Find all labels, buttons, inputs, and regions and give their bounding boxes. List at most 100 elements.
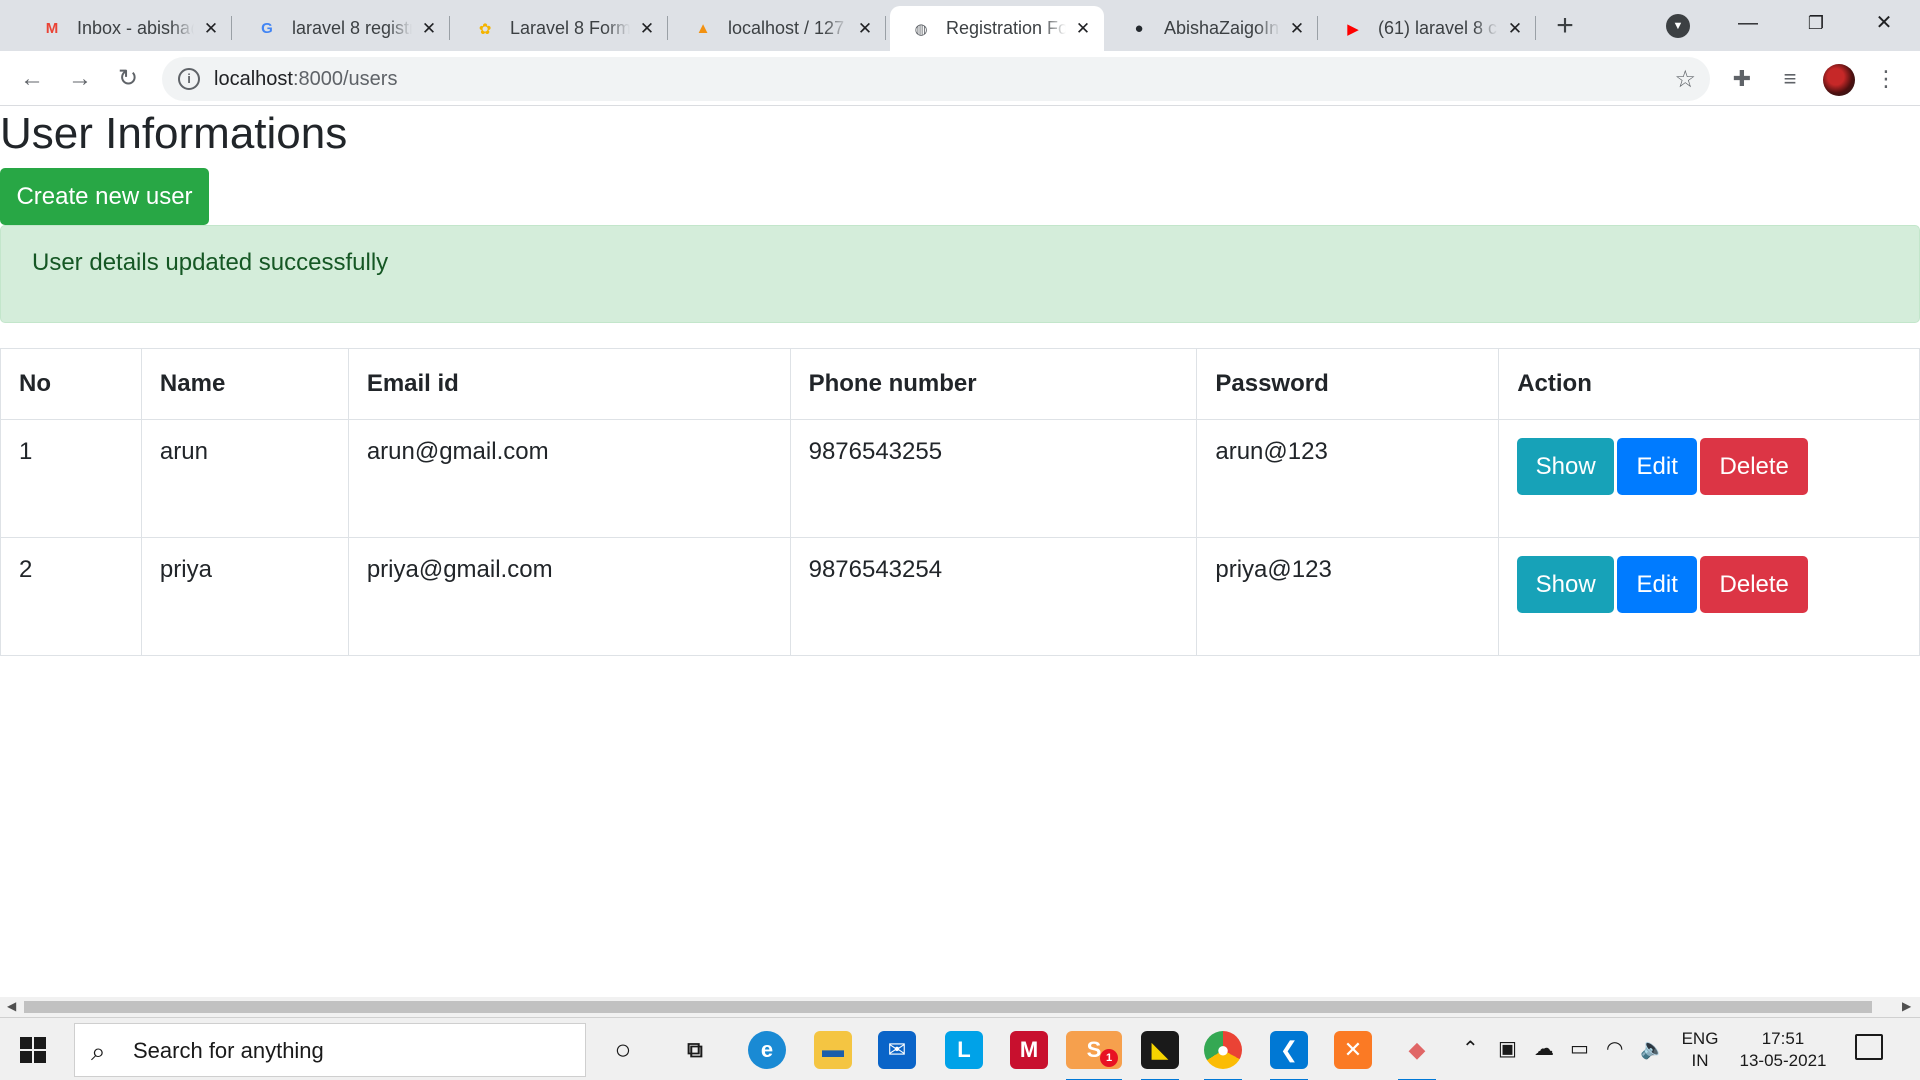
tab-title: laravel 8 registr [292, 18, 412, 38]
tab-search-icon[interactable]: ▼ [1666, 14, 1690, 38]
restore-icon[interactable]: ❐ [1796, 8, 1836, 38]
alert-message: User details updated successfully [32, 249, 389, 276]
browser-tab[interactable]: ● AbishaZaigoInf ✕ [1108, 6, 1318, 51]
horizontal-scrollbar[interactable]: ◀ ▶ [0, 997, 1920, 1017]
taskbar-search-placeholder: Search for anything [133, 1038, 324, 1063]
browser-tab[interactable]: M Inbox - abisha@ ✕ [21, 6, 232, 51]
tab-close-icon[interactable]: ✕ [200, 18, 222, 40]
cell-email: arun@gmail.com [347, 419, 791, 538]
tab-close-icon[interactable]: ✕ [636, 18, 658, 40]
vscode-icon[interactable]: ❮ [1270, 1031, 1308, 1080]
profile-avatar[interactable] [1823, 64, 1855, 96]
scroll-left-icon[interactable]: ◀ [7, 999, 16, 1013]
cell-phone: 9876543255 [789, 419, 1198, 538]
chrome-icon[interactable]: ● [1204, 1031, 1242, 1080]
tab-close-icon[interactable]: ✕ [418, 18, 440, 40]
show-button[interactable]: Show [1517, 556, 1615, 613]
success-alert: User details updated successfully [0, 225, 1920, 323]
url-text[interactable]: localhost:8000/users [214, 57, 397, 101]
tab-close-icon[interactable]: ✕ [854, 18, 876, 40]
extensions-icon[interactable]: ✚ [1726, 63, 1758, 95]
mcafee-icon[interactable]: M [1010, 1031, 1048, 1069]
wifi-icon[interactable]: ◠ [1606, 1036, 1623, 1061]
tab-close-icon[interactable]: ✕ [1504, 18, 1526, 40]
bookmark-star-icon[interactable]: ☆ [1674, 65, 1696, 94]
battery-icon[interactable]: ▭ [1570, 1036, 1589, 1061]
tab-title: (61) laravel 8 cr [1378, 18, 1498, 38]
edge-icon[interactable]: e [748, 1031, 786, 1069]
clock-time: 17:51 [1761, 1029, 1805, 1048]
meet-now-icon[interactable]: ▣ [1498, 1036, 1517, 1061]
sticky-notes-icon[interactable]: ◣ [1141, 1031, 1179, 1080]
notification-center-icon[interactable] [1855, 1034, 1883, 1060]
browser-tab[interactable]: ▲ localhost / 127 ✕ [672, 6, 886, 51]
tab-close-icon[interactable]: ✕ [1286, 18, 1308, 40]
reload-icon[interactable]: ↻ [110, 61, 146, 97]
browser-tab-strip: M Inbox - abisha@ ✕ Glaravel 8 registr ✕ ✿ Lar… [0, 0, 1920, 51]
delete-button[interactable]: Delete [1700, 438, 1809, 495]
paint-app-icon[interactable]: ◆ [1398, 1031, 1436, 1080]
l-app-icon[interactable]: L [945, 1031, 983, 1069]
mail-icon[interactable]: ✉ [878, 1031, 916, 1069]
minimize-icon[interactable]: — [1728, 8, 1768, 38]
edit-button[interactable]: Edit [1617, 556, 1698, 613]
skype-icon[interactable]: S1 [1066, 1031, 1122, 1080]
cell-password: priya@123 [1196, 537, 1500, 656]
url-path: :8000/users [292, 68, 398, 90]
task-view-icon[interactable]: ⧉ [676, 1031, 714, 1069]
new-tab-button[interactable]: + [1548, 10, 1582, 44]
tab-separator [667, 16, 668, 40]
youtube-icon: ▶ [1347, 20, 1359, 38]
browser-tab[interactable]: ✿ Laravel 8 Form ✕ [454, 6, 668, 51]
cell-actions: Show Edit Delete [1498, 419, 1920, 538]
scrollbar-thumb[interactable] [24, 1001, 1872, 1013]
cell-phone: 9876543254 [789, 537, 1198, 656]
delete-button[interactable]: Delete [1700, 556, 1809, 613]
cell-name: arun [140, 419, 349, 538]
browser-tab[interactable]: ◍ Registration Fo ✕ [890, 6, 1104, 51]
tab-title: Registration Fo [946, 18, 1066, 38]
tab-title: Laravel 8 Form [510, 18, 630, 38]
tab-title: localhost / 127 [728, 18, 845, 38]
globe-icon: ◍ [914, 20, 928, 38]
taskbar-search-box[interactable]: ⌕ Search for anything [74, 1023, 586, 1077]
volume-muted-icon[interactable]: 🔈 [1640, 1036, 1665, 1061]
address-bar[interactable]: i localhost:8000/users ☆ [162, 57, 1710, 101]
header-name: Name [140, 348, 349, 420]
url-host: localhost [214, 68, 293, 90]
tab-separator [885, 16, 886, 40]
page-title: User Informations [0, 109, 348, 158]
site-icon: ✿ [478, 20, 492, 38]
back-icon[interactable]: ← [14, 61, 50, 97]
scroll-right-icon[interactable]: ▶ [1902, 999, 1911, 1013]
browser-tab[interactable]: ▶ (61) laravel 8 cr ✕ [1322, 6, 1536, 51]
forward-icon[interactable]: → [62, 61, 98, 97]
browser-tab[interactable]: Glaravel 8 registr ✕ [236, 6, 450, 51]
show-button[interactable]: Show [1517, 438, 1615, 495]
tab-close-icon[interactable]: ✕ [1072, 18, 1094, 40]
tab-separator [449, 16, 450, 40]
cell-email: priya@gmail.com [347, 537, 791, 656]
close-window-icon[interactable]: ✕ [1864, 8, 1904, 38]
onedrive-icon[interactable]: ☁ [1534, 1036, 1554, 1061]
media-control-icon[interactable]: ≡ [1774, 63, 1806, 95]
tray-overflow-icon[interactable]: ⌃ [1462, 1036, 1479, 1061]
file-explorer-icon[interactable]: ▬ [814, 1031, 852, 1069]
windows-start-icon[interactable] [20, 1037, 46, 1063]
header-password: Password [1196, 348, 1500, 420]
cell-actions: Show Edit Delete [1498, 537, 1920, 656]
edit-button[interactable]: Edit [1617, 438, 1698, 495]
google-icon: G [261, 20, 273, 37]
search-icon: ⌕ [91, 1036, 106, 1066]
browser-toolbar: ← → ↻ i localhost:8000/users ☆ ✚ ≡ ⋮ [0, 51, 1920, 106]
windows-taskbar: ⌕ Search for anything ○ ⧉ e ▬ ✉ L M S1 ◣… [0, 1017, 1920, 1080]
create-new-user-button[interactable]: Create new user [0, 168, 209, 225]
github-icon: ● [1134, 20, 1144, 37]
lang-code: ENG [1681, 1029, 1719, 1048]
clock[interactable]: 17:51 13-05-2021 [1733, 1028, 1833, 1072]
cortana-icon[interactable]: ○ [604, 1031, 642, 1069]
xampp-icon[interactable]: ✕ [1334, 1031, 1372, 1069]
menu-icon[interactable]: ⋮ [1870, 63, 1902, 95]
site-info-icon[interactable]: i [178, 68, 200, 90]
language-indicator[interactable]: ENG IN [1680, 1028, 1720, 1072]
